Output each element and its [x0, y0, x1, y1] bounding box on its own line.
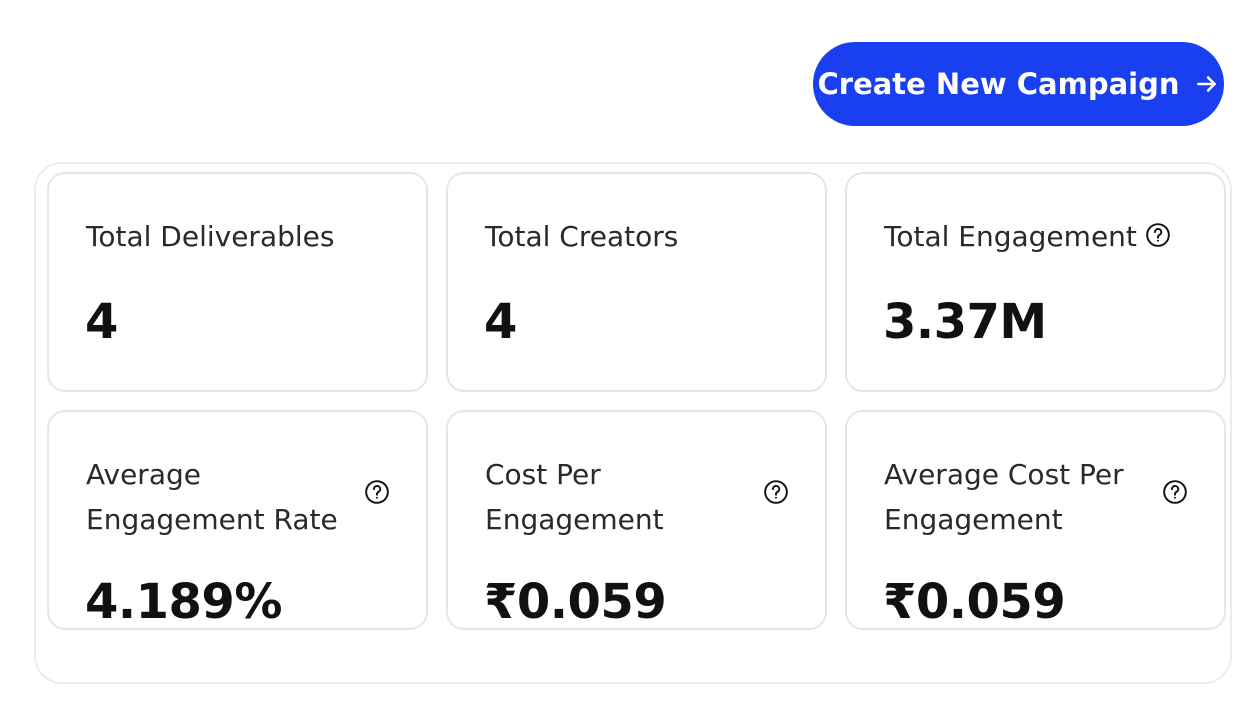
stat-card-average-cost-per-engagement: Average Cost Per Engagement ₹0.059	[845, 410, 1226, 630]
help-icon[interactable]	[763, 479, 789, 505]
stat-label: Average Cost Per Engagement	[884, 458, 1124, 536]
stat-value: 4	[85, 294, 118, 350]
stat-label: Average Engagement Rate	[86, 458, 338, 536]
stat-value: 4.189%	[85, 574, 282, 630]
stat-value: 4	[484, 294, 517, 350]
stat-label: Total Deliverables	[86, 220, 335, 253]
stat-value: ₹0.059	[883, 574, 1066, 630]
arrow-right-icon	[1194, 71, 1220, 97]
stat-card-total-creators: Total Creators 4	[446, 172, 827, 392]
help-icon[interactable]	[1162, 479, 1188, 505]
create-new-campaign-label: Create New Campaign	[817, 67, 1180, 101]
stat-label: Total Creators	[485, 220, 679, 253]
stat-value: ₹0.059	[484, 574, 667, 630]
stat-label: Cost Per Engagement	[485, 458, 664, 536]
help-icon[interactable]	[364, 479, 390, 505]
stat-value: 3.37M	[883, 294, 1047, 350]
help-icon[interactable]	[1145, 222, 1171, 248]
create-new-campaign-button[interactable]: Create New Campaign	[813, 42, 1224, 126]
stat-card-average-engagement-rate: Average Engagement Rate 4.189%	[47, 410, 428, 630]
stat-card-total-deliverables: Total Deliverables 4	[47, 172, 428, 392]
stat-card-total-engagement: Total Engagement 3.37M	[845, 172, 1226, 392]
stat-label: Total Engagement	[884, 214, 1171, 259]
stat-card-cost-per-engagement: Cost Per Engagement ₹0.059	[446, 410, 827, 630]
